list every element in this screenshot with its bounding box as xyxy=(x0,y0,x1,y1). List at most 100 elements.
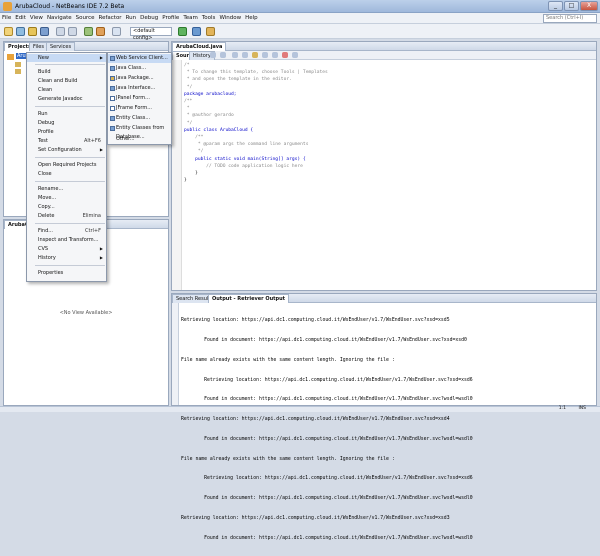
toggle-highlight-icon[interactable] xyxy=(252,52,258,58)
forward-icon[interactable] xyxy=(220,52,226,58)
output-tabbar: Search Results Output - Retriever Output xyxy=(172,294,596,303)
menu-profile[interactable]: Profile xyxy=(160,13,181,24)
menu-item-clean[interactable]: Clean xyxy=(27,86,106,94)
stop-macro-icon[interactable] xyxy=(282,52,288,58)
undo-icon[interactable] xyxy=(56,27,65,36)
output-log[interactable]: Retrieving location: https://api.dc1.com… xyxy=(181,305,473,556)
menu-separator xyxy=(35,157,105,158)
find-icon[interactable] xyxy=(232,52,238,58)
build-icon[interactable] xyxy=(84,27,93,36)
log-line: Found in document: https://api.dc1.compu… xyxy=(181,496,473,502)
search-input[interactable]: Search (Ctrl+I) xyxy=(543,14,597,23)
menu-item-move[interactable]: Move... xyxy=(27,194,106,202)
jpanel-icon xyxy=(110,96,115,101)
profile-icon[interactable] xyxy=(206,27,215,36)
menu-item-clean-and-build[interactable]: Clean and Build xyxy=(27,77,106,85)
output-panel: Search Results Output - Retriever Output… xyxy=(171,293,597,541)
code-area[interactable]: /* * To change this template, choose Too… xyxy=(184,62,594,184)
code-line: package arubacloud; xyxy=(184,91,237,97)
configuration-select[interactable]: <default config> xyxy=(130,27,172,41)
menu-window[interactable]: Window xyxy=(217,13,243,24)
code-line: public static void main(String[] args) { xyxy=(184,156,306,162)
menu-refactor[interactable]: Refactor xyxy=(97,13,124,24)
clean-build-icon[interactable] xyxy=(96,27,105,36)
code-line: */ xyxy=(184,120,193,126)
debug-icon[interactable] xyxy=(192,27,201,36)
menu-item-find[interactable]: Find... Ctrl+F xyxy=(27,227,106,235)
comment-icon[interactable] xyxy=(292,52,298,58)
redo-icon[interactable] xyxy=(68,27,77,36)
menu-item-build[interactable]: Build xyxy=(27,68,106,76)
menu-item-copy[interactable]: Copy... xyxy=(27,203,106,211)
log-line: Retrieving location: https://api.dc1.com… xyxy=(181,516,450,521)
menu-item-close[interactable]: Close xyxy=(27,170,106,178)
code-line: */ xyxy=(184,84,193,90)
menu-file[interactable]: File xyxy=(0,13,13,24)
menu-item-profile[interactable]: Profile xyxy=(27,128,106,136)
submenu-item-entity-class[interactable]: Entity Class... xyxy=(108,114,171,123)
menu-item-generate-javadoc[interactable]: Generate Javadoc xyxy=(27,95,106,103)
shift-right-icon[interactable] xyxy=(272,52,278,58)
title-bar: ArubaCloud - NetBeans IDE 7.2 Beta _ □ X xyxy=(0,0,600,13)
submenu-item-java-class[interactable]: Java Class... xyxy=(108,64,171,73)
java-class-icon xyxy=(110,66,115,71)
back-icon[interactable] xyxy=(210,52,216,58)
new-project-icon[interactable] xyxy=(16,27,25,36)
code-line: // TODO code application logic here xyxy=(184,163,303,169)
netbeans-app-icon xyxy=(3,2,12,11)
shortcut-text: Elimina xyxy=(82,213,101,219)
new-file-icon[interactable] xyxy=(4,27,13,36)
run-icon[interactable] xyxy=(178,27,187,36)
menu-item-cvs[interactable]: CVS ▶ xyxy=(27,245,106,253)
menu-team[interactable]: Team xyxy=(181,13,200,24)
tab-retriever-output[interactable]: Output - Retriever Output xyxy=(208,294,290,303)
project-icon xyxy=(7,54,14,60)
submenu-item-java-package[interactable]: Java Package... xyxy=(108,74,171,83)
submenu-item-other[interactable]: Other... xyxy=(108,135,171,144)
submenu-item-java-interface[interactable]: Java Interface... xyxy=(108,84,171,93)
folder-icon xyxy=(15,62,21,67)
submenu-item-entity-from-db[interactable]: Entity Classes from Database... xyxy=(108,124,171,140)
submenu-item-jframe-form[interactable]: JFrame Form... xyxy=(108,104,171,113)
menu-debug[interactable]: Debug xyxy=(138,13,160,24)
save-all-icon[interactable] xyxy=(40,27,49,36)
close-button[interactable]: X xyxy=(580,1,598,11)
menu-edit[interactable]: Edit xyxy=(13,13,28,24)
menu-source[interactable]: Source xyxy=(74,13,97,24)
menu-item-inspect-transform[interactable]: Inspect and Transform... xyxy=(27,236,106,244)
submenu-item-web-service-client[interactable]: Web Service Client... xyxy=(108,54,171,64)
log-line: Found in document: https://api.dc1.compu… xyxy=(181,337,467,343)
menu-item-test[interactable]: Test Alt+F6 xyxy=(27,137,106,145)
caret-position: 1:1 xyxy=(558,406,566,411)
insert-mode: INS xyxy=(578,406,586,411)
menu-item-open-required-projects[interactable]: Open Required Projects xyxy=(27,161,106,169)
projects-panel-header: Projects Files Services xyxy=(4,42,168,51)
log-line: Found in document: https://api.dc1.compu… xyxy=(181,436,473,442)
menu-item-history[interactable]: History ▶ xyxy=(27,254,106,262)
submenu-arrow-icon: ▶ xyxy=(99,246,103,251)
menu-item-delete[interactable]: Delete Elimina xyxy=(27,212,106,220)
shift-left-icon[interactable] xyxy=(262,52,268,58)
menu-tools[interactable]: Tools xyxy=(200,13,218,24)
menu-item-run[interactable]: Run xyxy=(27,110,106,118)
open-project-icon[interactable] xyxy=(28,27,37,36)
menu-item-new[interactable]: New ▶ xyxy=(27,54,106,62)
maximize-button[interactable]: □ xyxy=(564,1,579,11)
submenu-item-jpanel-form[interactable]: JPanel Form... xyxy=(108,94,171,103)
log-line: Retrieving location: https://api.dc1.com… xyxy=(181,476,473,482)
tab-services[interactable]: Services xyxy=(46,42,76,51)
menu-run[interactable]: Run xyxy=(124,13,139,24)
menu-view[interactable]: View xyxy=(28,13,45,24)
tab-arubacloud-java[interactable]: ArubaCloud.java xyxy=(172,42,227,51)
menu-item-set-configuration[interactable]: Set Configuration ▶ xyxy=(27,146,106,154)
minimize-button[interactable]: _ xyxy=(548,1,563,11)
log-line: Found in document: https://api.dc1.compu… xyxy=(181,397,473,403)
menu-item-debug[interactable]: Debug xyxy=(27,119,106,127)
menu-item-properties[interactable]: Properties xyxy=(27,269,106,277)
menu-item-rename[interactable]: Rename... xyxy=(27,185,106,193)
menu-navigate[interactable]: Navigate xyxy=(45,13,74,24)
project-context-menu: New ▶ Build Clean and Build Clean Generat… xyxy=(26,52,107,282)
menu-help[interactable]: Help xyxy=(243,13,260,24)
bookmark-icon[interactable] xyxy=(242,52,248,58)
code-line: * @author gerardo xyxy=(184,113,234,119)
